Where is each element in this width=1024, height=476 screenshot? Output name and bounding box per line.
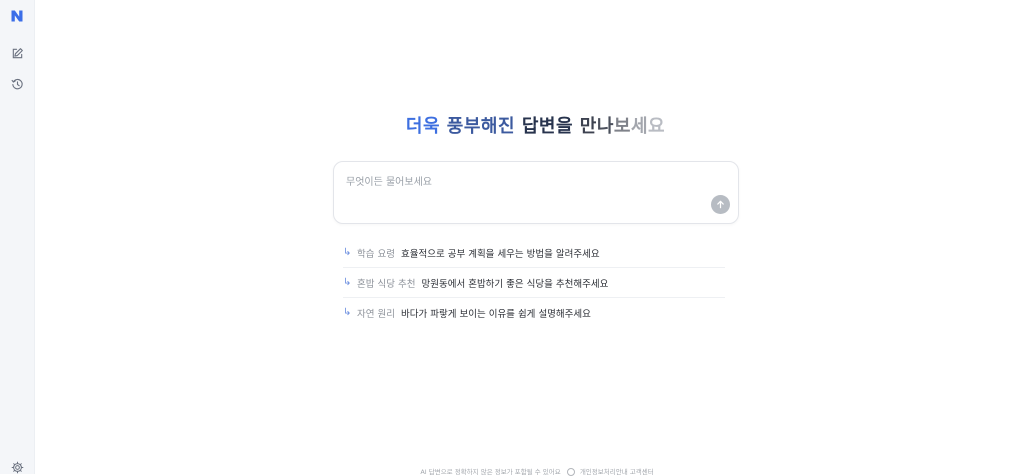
return-arrow-icon: ↳ — [343, 277, 352, 288]
headline-word: 답변을 — [521, 116, 574, 137]
headline-word: 풍부해진 — [446, 116, 516, 137]
suggestion-item[interactable]: ↳ 학습 요령 효율적으로 공부 계획을 세우는 방법을 알려주세요 — [343, 238, 725, 268]
arrow-up-icon — [717, 200, 724, 209]
info-icon[interactable] — [566, 468, 575, 476]
new-chat-button[interactable] — [9, 45, 25, 61]
send-button[interactable] — [711, 195, 730, 214]
return-arrow-icon: ↳ — [343, 247, 352, 258]
suggestion-tag: 자연 원리 — [357, 308, 395, 320]
history-button[interactable] — [9, 76, 25, 92]
naver-logo[interactable] — [10, 9, 23, 22]
suggestion-list: ↳ 학습 요령 효율적으로 공부 계획을 세우는 방법을 알려주세요 ↳ 혼밥 … — [343, 238, 725, 327]
suggestion-item[interactable]: ↳ 자연 원리 바다가 파랗게 보이는 이유를 쉽게 설명해주세요 — [343, 298, 725, 327]
headline-word: 만나보세요 — [579, 116, 666, 137]
suggestion-tag: 학습 요령 — [357, 248, 395, 260]
prompt-input[interactable] — [344, 172, 698, 192]
sidebar — [0, 0, 35, 474]
suggestion-text: 망원동에서 혼밥하기 좋은 식당을 추천해주세요 — [421, 278, 609, 290]
suggestion-text: 효율적으로 공부 계획을 세우는 방법을 알려주세요 — [400, 248, 600, 260]
suggestion-text: 바다가 파랗게 보이는 이유를 쉽게 설명해주세요 — [400, 308, 591, 320]
headline: 더욱 풍부해진 답변을 만나보세요 — [0, 112, 1024, 138]
return-arrow-icon: ↳ — [343, 307, 352, 318]
footer: AI 답변으로 정확하지 않은 정보가 포함될 수 있어요 개인정보처리안내 고… — [0, 466, 1024, 476]
suggestion-item[interactable]: ↳ 혼밥 식당 추천 망원동에서 혼밥하기 좋은 식당을 추천해주세요 — [343, 268, 725, 298]
suggestion-tag: 혼밥 식당 추천 — [357, 278, 416, 290]
prompt-box — [333, 161, 739, 224]
naver-n-logo-icon — [11, 10, 22, 21]
support-link[interactable]: 고객센터 — [630, 468, 654, 476]
privacy-link[interactable]: 개인정보처리안내 — [580, 468, 628, 476]
history-icon — [11, 78, 23, 89]
headline-word: 더욱 — [405, 116, 441, 137]
footer-notice: AI 답변으로 정확하지 않은 정보가 포함될 수 있어요 — [420, 468, 561, 476]
edit-icon — [12, 47, 23, 58]
